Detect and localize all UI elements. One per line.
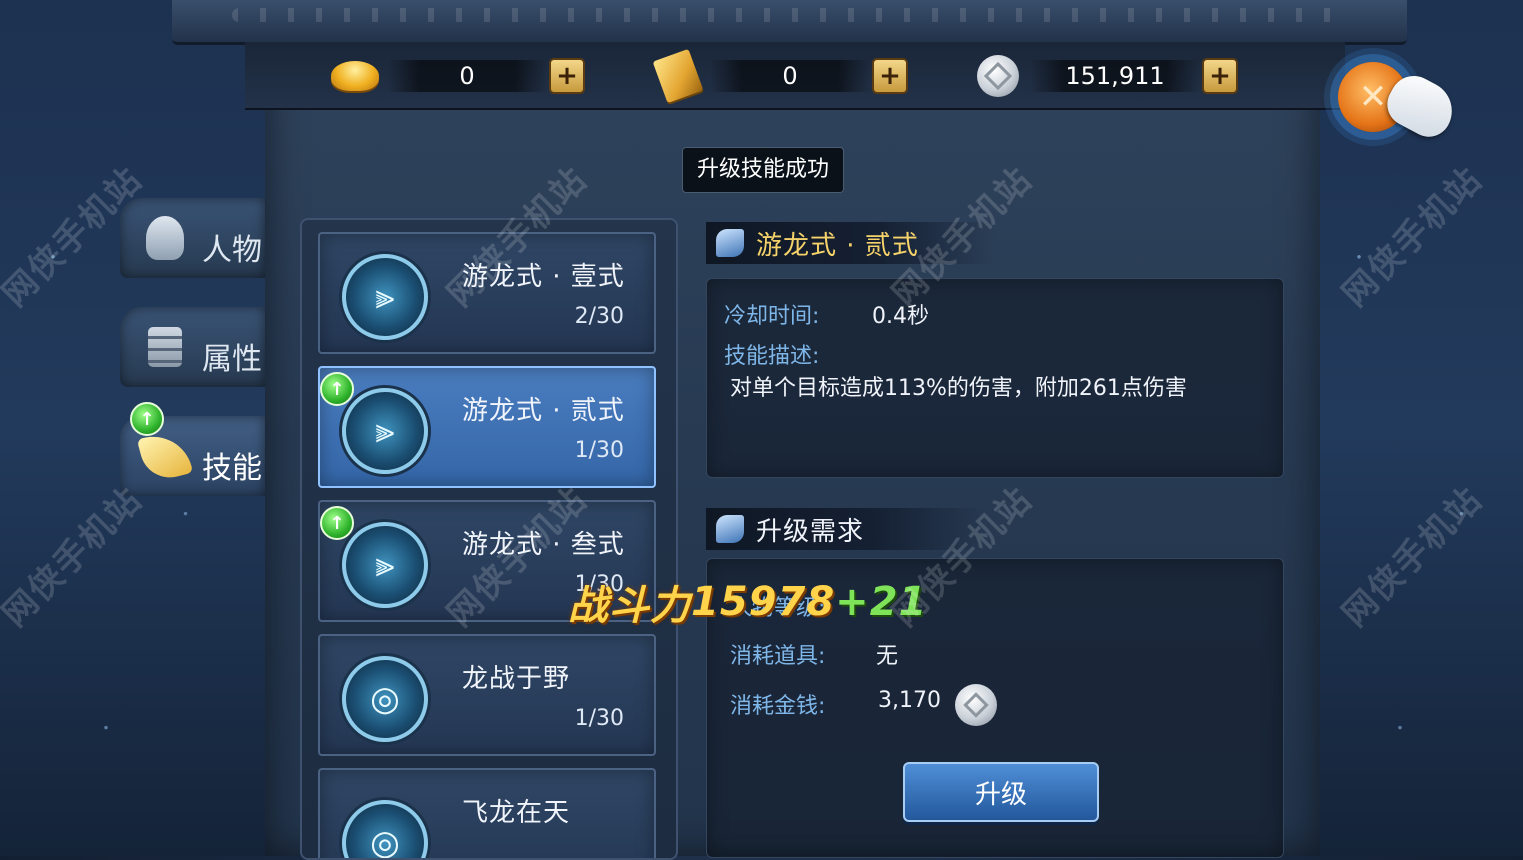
requirements-title: 升级需求	[756, 516, 865, 547]
document-icon	[138, 320, 192, 374]
gold-ingot-value: 0	[387, 60, 547, 92]
gold-ticket-icon	[650, 48, 706, 104]
currency-gold-ticket: 0 +	[650, 48, 908, 104]
gold-ingot-icon	[327, 52, 383, 100]
add-gold-ingot-button[interactable]: +	[549, 58, 585, 94]
tab-character[interactable]: 人物	[120, 198, 265, 278]
cooldown-label: 冷却时间:	[724, 304, 820, 329]
currency-silver: 151,911 +	[970, 54, 1238, 98]
skill-detail-title: 游龙式 · 贰式	[756, 230, 919, 261]
tab-character-label: 人物	[202, 233, 262, 268]
tab-skills-label: 技能	[202, 451, 262, 486]
combat-power-value: 15978	[691, 579, 836, 625]
dragon-emblem-icon	[716, 229, 744, 257]
money-cost-label: 消耗金钱:	[730, 694, 826, 719]
dragon-skill-icon: ◎	[342, 656, 428, 742]
skill-card-4[interactable]: ◎ 龙战于野 1/30	[318, 634, 656, 756]
upgrade-button[interactable]: 升级	[903, 762, 1099, 822]
skill-level: 1/30	[574, 706, 624, 731]
skill-card-5[interactable]: ◎ 飞龙在天	[318, 768, 656, 858]
helmet-icon	[138, 211, 192, 265]
feather-icon	[136, 427, 194, 485]
skill-list[interactable]: ⫸ 游龙式 · 壹式 2/30 ⫸ 游龙式 · 贰式 1/30 ⫸ 游龙式 · …	[300, 218, 678, 860]
trident-skill-icon: ⫸	[342, 388, 428, 474]
tab-attributes-label: 属性	[202, 342, 262, 377]
skill-level: 2/30	[574, 304, 624, 329]
combat-power-label: 战斗力	[568, 583, 691, 629]
trident-skill-icon: ⫸	[342, 254, 428, 340]
combat-power-popup: 战斗力 15978 +21	[568, 574, 927, 630]
success-toast: 升级技能成功	[682, 147, 844, 193]
upgrade-available-icon: ↑	[320, 506, 354, 540]
upgrade-available-icon: ↑	[320, 372, 354, 406]
dragon-emblem-icon	[716, 515, 744, 543]
currency-gold-ingot: 0 +	[327, 54, 585, 98]
description-value: 对单个目标造成113%的伤害，附加261点伤害	[730, 376, 1187, 401]
description-label: 技能描述:	[724, 344, 820, 369]
silver-coin-icon	[970, 52, 1026, 100]
skill-level: 1/30	[574, 438, 624, 463]
money-cost-value: 3,170	[878, 688, 941, 713]
tab-attributes[interactable]: 属性	[120, 307, 265, 387]
add-gold-ticket-button[interactable]: +	[872, 58, 908, 94]
silver-coin-icon	[955, 684, 997, 726]
add-silver-button[interactable]: +	[1202, 58, 1238, 94]
skill-name: 飞龙在天	[462, 798, 571, 828]
trident-skill-icon: ⫸	[342, 522, 428, 608]
gold-ticket-value: 0	[710, 60, 870, 92]
skill-card-2[interactable]: ⫸ 游龙式 · 贰式 1/30	[318, 366, 656, 488]
skill-name: 游龙式 · 贰式	[462, 396, 625, 426]
skill-name: 龙战于野	[462, 664, 571, 694]
close-area: ✕	[1338, 50, 1463, 150]
item-cost-value: 无	[876, 644, 899, 669]
silver-value: 151,911	[1030, 60, 1200, 92]
upgrade-available-icon: ↑	[130, 402, 164, 436]
roof-header	[172, 0, 1407, 45]
item-cost-label: 消耗道具:	[730, 644, 826, 669]
flying-dragon-skill-icon: ◎	[342, 800, 428, 858]
